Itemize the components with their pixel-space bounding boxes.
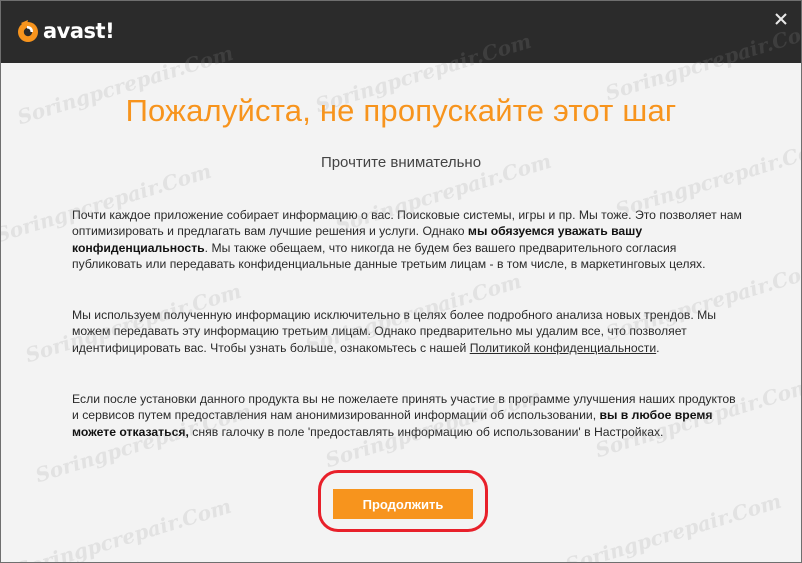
privacy-policy-link[interactable]: Политикой конфиденциальности	[470, 341, 656, 355]
continue-button[interactable]: Продолжить	[333, 489, 473, 519]
page-subtitle: Прочтите внимательно	[320, 154, 482, 171]
page-title: Пожалуйста, не пропускайте этот шаг	[125, 93, 677, 128]
privacy-paragraph-3: Если после установки данного продукта вы…	[72, 391, 742, 440]
avast-logo-icon	[18, 20, 38, 42]
paragraph-3-text-end: сняв галочку в поле 'предоставлять инфор…	[188, 424, 664, 439]
privacy-paragraph-1: Почти каждое приложение собирает информа…	[72, 207, 742, 272]
consent-content: Пожалуйста, не пропускайте этот шаг Проч…	[1, 63, 801, 562]
installer-window: avast! Пожалуйста, не пропускайте этот ш…	[0, 0, 802, 563]
brand-name: avast!	[43, 19, 115, 43]
title-bar: avast!	[1, 1, 801, 63]
close-icon[interactable]	[771, 9, 791, 29]
paragraph-2-end: .	[656, 340, 660, 355]
privacy-paragraph-2: Мы используем полученную информацию искл…	[72, 307, 742, 356]
avast-logo: avast!	[15, 18, 115, 44]
